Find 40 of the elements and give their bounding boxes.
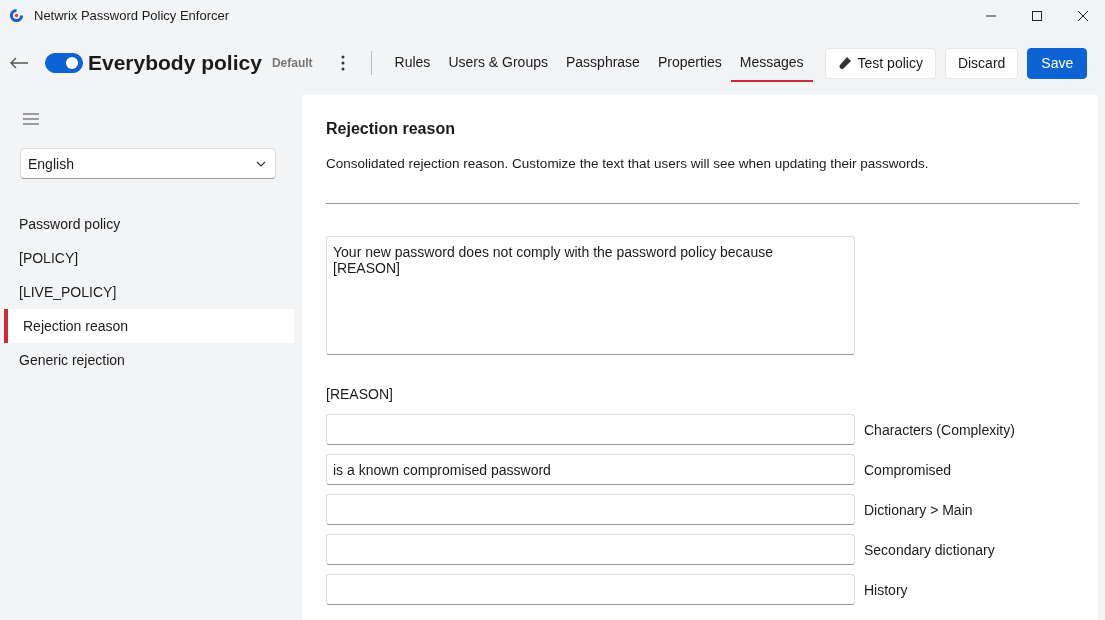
chevron-down-icon	[256, 160, 266, 167]
back-arrow-icon[interactable]	[10, 57, 28, 69]
tab[interactable]: Rules	[385, 44, 440, 82]
reason-field[interactable]	[326, 574, 855, 605]
close-icon[interactable]	[1078, 10, 1088, 21]
menu-icon[interactable]	[23, 113, 39, 125]
reason-heading: [REASON]	[326, 386, 394, 402]
test-tube-icon	[837, 56, 852, 70]
tab[interactable]: Messages	[730, 44, 813, 82]
reason-label: History	[864, 581, 908, 598]
window-title: Netwrix Password Policy Enforcer	[34, 8, 230, 23]
reason-field[interactable]	[326, 534, 855, 565]
reason-field[interactable]	[326, 414, 855, 445]
tab[interactable]: Passphrase	[556, 44, 649, 82]
sidebar-item[interactable]: [LIVE_POLICY]	[0, 275, 294, 309]
sidebar-item[interactable]: Password policy	[0, 207, 294, 241]
discard-button[interactable]: Discard	[944, 47, 1019, 79]
test-policy-button[interactable]: Test policy	[824, 47, 936, 79]
reason-field[interactable]: is a known compromised password	[326, 454, 855, 485]
reason-label: Compromised	[864, 461, 952, 478]
message-field[interactable]: Your new password does not comply with the password policy because [REASON]	[326, 236, 855, 355]
sidebar-item[interactable]: Rejection reason	[4, 309, 294, 343]
section-title: Rejection reason	[326, 120, 456, 138]
policy-toggle[interactable]	[45, 53, 83, 73]
tab[interactable]: Properties	[648, 44, 731, 82]
section-description: Consolidated rejection reason. Customize the text that users will see when updating their passwords.	[326, 156, 930, 171]
maximize-icon[interactable]	[1032, 10, 1042, 21]
default-label: Default	[271, 56, 313, 70]
reason-label: Secondary dictionary	[864, 541, 995, 558]
save-button[interactable]: Save	[1027, 47, 1088, 79]
sidebar-item[interactable]: [POLICY]	[0, 241, 294, 275]
sidebar-item[interactable]: Generic rejection	[0, 343, 294, 377]
app-logo-icon	[9, 8, 24, 23]
more-options-icon[interactable]	[340, 55, 345, 71]
reason-label: Dictionary > Main	[864, 501, 973, 518]
tab[interactable]: Users & Groups	[439, 44, 557, 82]
language-dropdown[interactable]: English	[20, 148, 276, 179]
policy-name: Everybody policy	[88, 51, 262, 75]
reason-label: Characters (Complexity)	[864, 421, 1015, 438]
reason-field[interactable]	[326, 494, 855, 525]
